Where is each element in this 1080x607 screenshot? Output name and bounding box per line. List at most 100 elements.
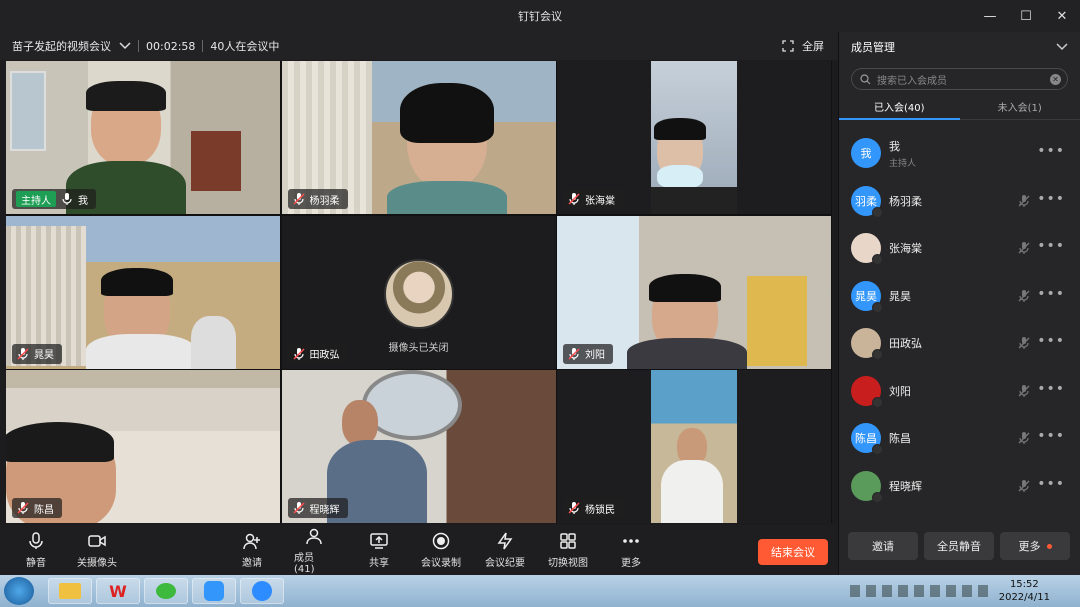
record-button[interactable]: 会议录制 — [420, 525, 462, 575]
avatar — [383, 258, 454, 329]
participant-tag: 程晓辉 — [287, 498, 348, 518]
member-more-icon[interactable]: ••• — [1037, 143, 1065, 159]
avatar: 我 — [851, 138, 881, 168]
minimize-button[interactable]: — — [972, 0, 1008, 32]
camera-badge-icon — [872, 301, 883, 313]
close-button[interactable]: ✕ — [1044, 0, 1080, 32]
invite-button[interactable]: 邀请 — [236, 525, 268, 575]
member-row[interactable]: 刘阳 ••• — [851, 373, 1069, 409]
video-tile[interactable]: 杨锁民 — [557, 370, 831, 523]
invite-member-button[interactable]: 邀请 — [848, 532, 918, 560]
meeting-duration: 00:02:58 — [146, 39, 196, 53]
panel-header: 成员管理 — [839, 32, 1080, 62]
member-tabs: 已入会(40) 未入会(1) — [839, 94, 1080, 120]
end-meeting-button[interactable]: 结束会议 — [758, 539, 828, 565]
chevron-down-icon[interactable] — [119, 40, 131, 53]
time: 15:52 — [1009, 579, 1039, 590]
wps-icon[interactable]: W — [96, 578, 140, 604]
tab-joined[interactable]: 已入会(40) — [839, 94, 960, 120]
camera-badge-icon — [872, 444, 883, 455]
invite-label: 邀请 — [242, 558, 262, 569]
member-row[interactable]: 我我主持人 ••• — [851, 135, 1069, 171]
member-row[interactable]: 羽柔 杨羽柔 ••• — [851, 183, 1069, 219]
members-button[interactable]: 成员(41) — [294, 525, 334, 575]
fullscreen-button[interactable]: 全屏 — [782, 38, 824, 54]
avatar: 羽柔 — [851, 185, 883, 218]
member-more-icon[interactable]: ••• — [1037, 286, 1065, 302]
tab-not-joined[interactable]: 未入会(1) — [960, 94, 1080, 119]
muted-microphone-icon — [568, 193, 580, 205]
mute-label: 静音 — [26, 558, 46, 569]
more-button[interactable]: 更多 — [618, 525, 644, 575]
file-explorer-icon[interactable] — [48, 578, 92, 604]
tray-icons[interactable] — [850, 585, 990, 597]
member-row[interactable]: 陈昌 陈昌 ••• — [851, 420, 1069, 456]
meeting-app-icon[interactable] — [240, 578, 284, 604]
member-name: 张海棠 — [889, 242, 922, 255]
video-tile[interactable]: 晁昊 — [6, 215, 280, 369]
chevron-right-icon[interactable]: › — [827, 286, 831, 297]
muted-microphone-icon[interactable] — [1017, 194, 1031, 208]
wechat-icon[interactable] — [144, 578, 188, 604]
video-tile[interactable]: 陈昌 — [6, 370, 280, 523]
muted-microphone-icon — [17, 502, 29, 514]
muted-microphone-icon[interactable] — [1017, 289, 1031, 303]
window-controls: — ☐ ✕ — [972, 0, 1080, 32]
member-info: 张海棠 — [889, 240, 922, 256]
video-tile[interactable]: 刘阳 — [557, 215, 831, 369]
video-tile[interactable]: 张海棠 — [557, 61, 831, 214]
video-tile[interactable]: 杨羽柔 — [281, 61, 556, 214]
member-row[interactable]: 张海棠 ••• — [851, 230, 1069, 266]
member-name: 晁昊 — [889, 289, 911, 303]
minutes-button[interactable]: 会议纪要 — [484, 525, 526, 575]
share-label: 共享 — [369, 558, 389, 569]
muted-microphone-icon[interactable] — [1017, 384, 1031, 398]
member-row[interactable]: 晁昊 晁昊 ••• — [851, 278, 1069, 314]
member-name: 田政弘 — [889, 337, 922, 350]
member-more-icon[interactable]: ••• — [1037, 381, 1065, 397]
share-button[interactable]: 共享 — [364, 525, 394, 575]
minutes-label: 会议纪要 — [485, 558, 525, 569]
participant-name: 杨锁民 — [585, 504, 615, 516]
member-info: 程晓辉 — [889, 478, 922, 494]
camera-button[interactable]: 关摄像头 — [74, 525, 120, 575]
camera-badge-icon — [872, 254, 883, 265]
member-search-field[interactable]: 搜索已入会成员 ✕ — [851, 68, 1068, 90]
video-tile[interactable]: 摄像头已关闭 田政弘 — [281, 215, 556, 369]
clock[interactable]: 15:52 2022/4/11 — [999, 578, 1050, 604]
muted-microphone-icon[interactable] — [1017, 479, 1031, 493]
mute-button[interactable]: 静音 — [18, 525, 54, 575]
dingtalk-icon[interactable] — [192, 578, 236, 604]
more-label: 更多 — [621, 558, 641, 569]
mute-all-button[interactable]: 全员静音 — [924, 532, 994, 560]
fullscreen-label: 全屏 — [802, 40, 824, 53]
search-input[interactable]: 搜索已入会成员 — [877, 72, 947, 87]
participant-name: 张海棠 — [585, 195, 615, 207]
clear-icon[interactable]: ✕ — [1050, 73, 1061, 85]
member-name: 杨羽柔 — [889, 194, 922, 208]
video-tile[interactable]: 程晓辉 — [281, 370, 556, 523]
member-more-icon[interactable]: ••• — [1037, 428, 1065, 444]
member-more-icon[interactable]: ••• — [1037, 191, 1065, 207]
camera-badge-icon — [872, 206, 883, 218]
meeting-info-bar: 苗子发起的视频会议 00:02:58 40人在会议中 全屏 — [0, 32, 838, 60]
member-name: 刘阳 — [889, 384, 911, 398]
member-row[interactable]: 程晓辉 ••• — [851, 468, 1069, 504]
muted-microphone-icon[interactable] — [1017, 431, 1031, 445]
avatar: 晁昊 — [851, 280, 883, 313]
chevron-down-icon[interactable] — [1056, 43, 1068, 51]
switch-view-button[interactable]: 切换视图 — [546, 525, 590, 575]
panel-more-button[interactable]: 更多 — [1000, 532, 1070, 560]
member-more-icon[interactable]: ••• — [1037, 476, 1065, 492]
member-row[interactable]: 田政弘 ••• — [851, 325, 1069, 361]
muted-microphone-icon[interactable] — [1017, 336, 1031, 350]
muted-microphone-icon[interactable] — [1017, 241, 1031, 255]
member-more-icon[interactable]: ••• — [1037, 238, 1065, 254]
video-tile[interactable]: 主持人 我 — [6, 61, 280, 214]
participant-name: 我 — [78, 195, 88, 207]
start-button[interactable] — [4, 577, 34, 605]
meeting-toolbar: 静音 关摄像头 邀请 成员(41) 共享 会议录制 会议纪要 切换视图 更多 — [0, 525, 838, 575]
member-more-icon[interactable]: ••• — [1037, 333, 1065, 349]
meeting-name[interactable]: 苗子发起的视频会议 — [12, 38, 111, 54]
maximize-button[interactable]: ☐ — [1008, 0, 1044, 32]
